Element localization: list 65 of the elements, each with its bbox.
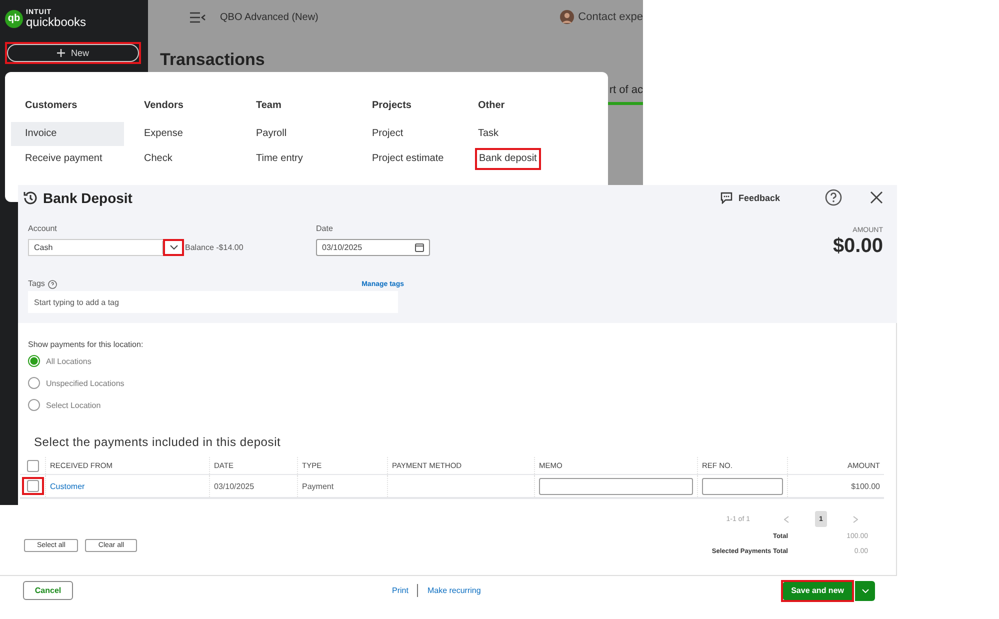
menu-item[interactable]: Check <box>130 146 242 170</box>
cancel-button[interactable]: Cancel <box>23 581 73 600</box>
logo-icon: qb <box>5 10 23 28</box>
field-label: Date <box>316 224 334 234</box>
help-icon[interactable] <box>48 280 57 288</box>
chevron-left-icon[interactable] <box>784 516 789 522</box>
table-cell: $100.00 <box>851 482 880 490</box>
page-title: Transactions <box>160 50 266 70</box>
balance-text: Balance -$14.00 <box>185 243 244 252</box>
save-button[interactable]: Save and new <box>783 582 852 600</box>
radio-label: Select Location <box>46 400 101 410</box>
select-all-checkbox[interactable] <box>26 460 38 472</box>
save-menu-button[interactable] <box>855 580 875 600</box>
radio-button[interactable] <box>28 399 40 411</box>
customer-link[interactable]: Customer <box>50 482 85 490</box>
chevron-right-icon[interactable] <box>853 516 858 522</box>
radio-label: All Locations <box>46 356 92 366</box>
menu-heading: Other <box>477 99 506 113</box>
location-label: Show payments for this location: <box>28 340 144 350</box>
menu-item[interactable]: Task <box>464 122 577 146</box>
menu-item[interactable]: Invoice <box>11 122 124 146</box>
tags-field[interactable]: Start typing to add a tag <box>28 291 398 313</box>
field-label: Tags <box>28 279 45 289</box>
menu-item[interactable]: Bank deposit <box>477 150 539 168</box>
field-label: Account <box>28 224 58 234</box>
close-icon[interactable] <box>870 191 883 204</box>
help-icon[interactable] <box>825 189 842 206</box>
footer-link[interactable]: Print <box>392 586 408 595</box>
amount-total: $0.00 <box>832 235 883 258</box>
form-title: Bank Deposit <box>43 190 132 206</box>
chevron-down-icon <box>862 588 868 592</box>
plus-icon <box>56 49 65 57</box>
radio-button[interactable] <box>28 377 40 389</box>
logo-product: quickbooks <box>26 16 86 28</box>
menu-item[interactable]: Payroll <box>242 122 355 146</box>
menu-heading: Projects <box>371 99 412 113</box>
calendar-icon <box>415 243 424 252</box>
menu-item[interactable]: Time entry <box>242 146 355 170</box>
avatar-icon <box>560 10 574 24</box>
menu-item[interactable]: Project estimate <box>358 146 464 170</box>
table-input[interactable] <box>702 478 783 494</box>
new-button[interactable]: New <box>7 44 139 62</box>
table-cell: Payment <box>302 482 334 490</box>
menu-item[interactable]: Project <box>358 122 464 146</box>
contact-link[interactable]: Contact expe <box>578 11 643 23</box>
row-checkbox[interactable] <box>26 480 38 492</box>
menu-item[interactable]: Expense <box>130 122 242 146</box>
menu-icon[interactable] <box>190 12 206 22</box>
history-icon <box>22 190 38 206</box>
menu-heading: Team <box>255 99 282 113</box>
radio-button[interactable] <box>28 355 40 367</box>
menu-item[interactable]: Receive payment <box>11 146 124 170</box>
chat-icon <box>720 192 734 204</box>
radio-label: Unspecified Locations <box>46 378 124 388</box>
section-heading: Select the payments included in this deposit <box>34 434 282 450</box>
table-cell: 03/10/2025 <box>214 482 254 490</box>
feedback-button[interactable]: Feedback <box>720 192 780 204</box>
chevron-down-icon <box>170 245 178 250</box>
table-input[interactable] <box>539 478 693 494</box>
menu-heading: Vendors <box>143 99 184 113</box>
date-field[interactable]: 03/10/2025 <box>316 239 430 256</box>
menu-heading: Customers <box>24 99 78 113</box>
company-name: QBO Advanced (New) <box>220 12 318 22</box>
footer-link[interactable]: Make recurring <box>427 586 481 595</box>
account-select[interactable]: Cash <box>28 239 183 256</box>
